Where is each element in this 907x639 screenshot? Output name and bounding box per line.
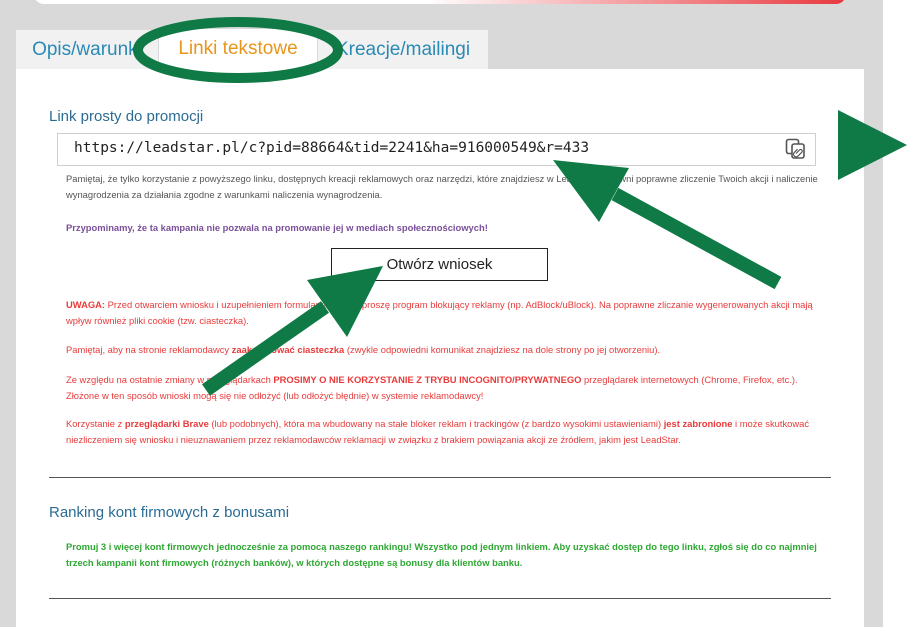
brave-warning: Korzystanie z przeglądarki Brave (lub po… — [66, 418, 810, 445]
top-card-accent-bar — [426, 0, 846, 4]
social-media-notice: Przypominamy, że ta kampania nie pozwala… — [66, 222, 488, 233]
tab-linki-tekstowe[interactable]: Linki tekstowe — [159, 29, 317, 69]
section-divider — [49, 477, 831, 478]
ranking-section-title: Ranking kont firmowych z bonusami — [49, 504, 290, 521]
adblock-warning: UWAGA: Przed otwarciem wniosku i uzupełn… — [66, 299, 813, 326]
incognito-warning: Ze względu na ostatnie zmiany w przegląd… — [66, 374, 798, 401]
link-section-title: Link prosty do promocji — [49, 108, 204, 125]
content-panel: Link prosty do promocji https://leadstar… — [16, 69, 864, 639]
section-divider-bottom — [49, 598, 831, 599]
promo-link-url[interactable]: https://leadstar.pl/c?pid=88664&tid=2241… — [74, 140, 589, 156]
cookie-warning: Pamiętaj, aby na stronie reklamodawcy za… — [66, 344, 661, 355]
warning-label: UWAGA: — [66, 299, 106, 310]
open-application-button[interactable]: Otwórz wniosek — [331, 248, 548, 281]
promo-link-field[interactable]: https://leadstar.pl/c?pid=88664&tid=2241… — [57, 133, 816, 166]
tab-kreacje-mailingi[interactable]: Kreacje/mailingi — [318, 29, 488, 70]
link-usage-notice: Pamiętaj, że tylko korzystanie z powyższ… — [66, 173, 818, 200]
tab-opis-warunki[interactable]: Opis/warunki — [16, 29, 158, 70]
copy-icon[interactable] — [784, 137, 808, 161]
ranking-promo-text: Promuj 3 i więcej kont firmowych jednocz… — [66, 541, 817, 568]
top-card — [34, 0, 846, 4]
